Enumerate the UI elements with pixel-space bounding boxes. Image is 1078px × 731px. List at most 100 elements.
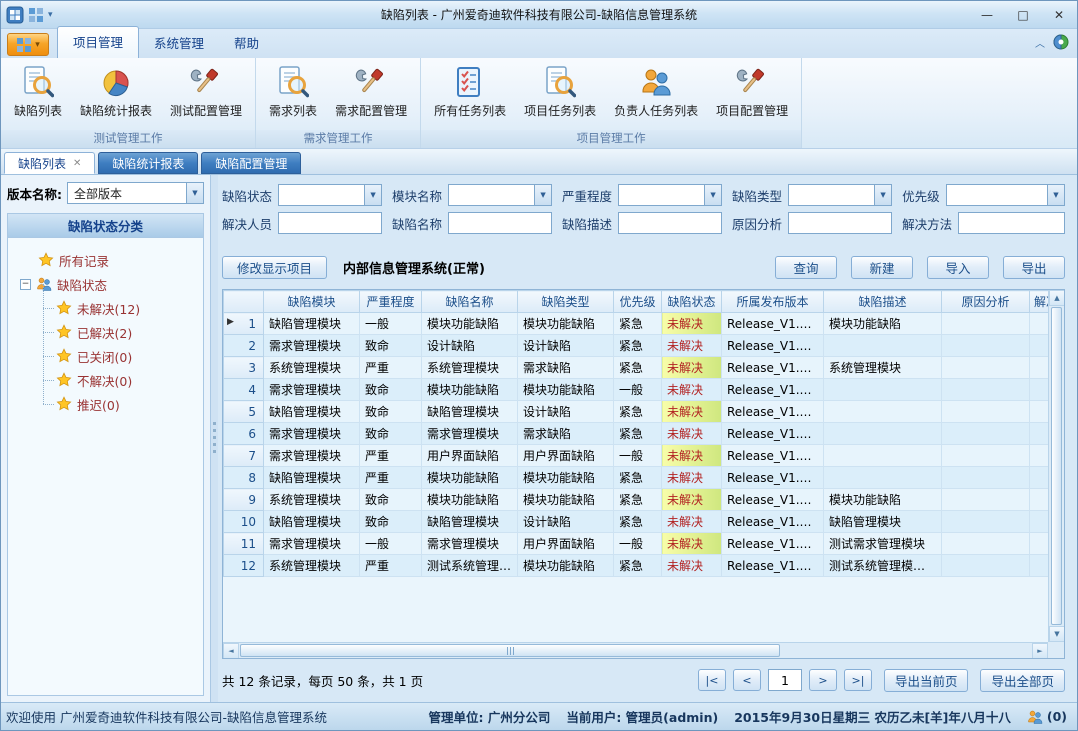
row-header[interactable]: 6 xyxy=(224,423,264,445)
grid-cell[interactable] xyxy=(942,489,1030,511)
grid-cell[interactable]: 未解决 xyxy=(662,445,722,467)
grid-cell[interactable]: 严重 xyxy=(360,555,422,577)
grid-cell[interactable]: 未解决 xyxy=(662,511,722,533)
grid-cell[interactable]: 系统管理模块 xyxy=(422,357,518,379)
grid-row[interactable]: 9系统管理模块致命模块功能缺陷模块功能缺陷紧急未解决Release_V1.0.0… xyxy=(224,489,1056,511)
grid-cell[interactable]: 设计缺陷 xyxy=(518,511,614,533)
requirement-config-button[interactable]: 需求配置管理 xyxy=(328,62,414,121)
last-page-button[interactable]: >| xyxy=(844,669,872,691)
grid-cell[interactable] xyxy=(824,401,942,423)
grid-cell[interactable]: 缺陷管理模块 xyxy=(824,511,942,533)
grid-cell[interactable]: 紧急 xyxy=(614,489,662,511)
chevron-down-icon[interactable]: ▼ xyxy=(186,183,203,203)
grid-row[interactable]: 6需求管理模块致命需求管理模块需求缺陷紧急未解决Release_V1.1.0 xyxy=(224,423,1056,445)
grid-cell[interactable]: 模块功能缺陷 xyxy=(518,379,614,401)
grid-cell[interactable]: 未解决 xyxy=(662,335,722,357)
grid-cell[interactable]: 设计缺陷 xyxy=(518,335,614,357)
grid-cell[interactable] xyxy=(824,335,942,357)
requirement-list-button[interactable]: 需求列表 xyxy=(262,62,324,121)
grid-cell[interactable]: 设计缺陷 xyxy=(422,335,518,357)
modify-columns-button[interactable]: 修改显示项目 xyxy=(222,256,327,279)
grid-cell[interactable]: 测试系统管理模块 xyxy=(422,555,518,577)
grid-cell[interactable]: 系统管理模块 xyxy=(264,489,360,511)
grid-cell[interactable]: 需求管理模块 xyxy=(264,423,360,445)
grid-cell[interactable] xyxy=(824,423,942,445)
grid-cell[interactable]: 需求管理模块 xyxy=(264,335,360,357)
grid-cell[interactable]: 紧急 xyxy=(614,313,662,335)
export-current-page-button[interactable]: 导出当前页 xyxy=(884,669,969,692)
close-tab-icon[interactable]: ✕ xyxy=(73,158,81,169)
grid-cell[interactable]: 未解决 xyxy=(662,489,722,511)
row-header[interactable]: 7 xyxy=(224,445,264,467)
grid-cell[interactable] xyxy=(942,401,1030,423)
grid-cell[interactable]: Release_V1.2.0 xyxy=(722,313,824,335)
grid-column-header[interactable]: 缺陷描述 xyxy=(824,291,942,313)
grid-column-header[interactable]: 严重程度 xyxy=(360,291,422,313)
grid-column-header[interactable]: 缺陷类型 xyxy=(518,291,614,313)
defect-list-button[interactable]: 缺陷列表 xyxy=(7,62,69,121)
grid-cell[interactable]: Release_V1.1.0 xyxy=(722,555,824,577)
grid-cell[interactable]: 致命 xyxy=(360,379,422,401)
grid-cell[interactable]: 缺陷管理模块 xyxy=(264,511,360,533)
grid-cell[interactable]: 模块功能缺陷 xyxy=(824,313,942,335)
grid-cell[interactable]: 模块功能缺陷 xyxy=(422,313,518,335)
grid-cell[interactable]: 严重 xyxy=(360,357,422,379)
grid-cell[interactable]: 紧急 xyxy=(614,335,662,357)
grid-cell[interactable]: 用户界面缺陷 xyxy=(518,533,614,555)
grid-row[interactable]: ▶1缺陷管理模块一般模块功能缺陷模块功能缺陷紧急未解决Release_V1.2.… xyxy=(224,313,1056,335)
tree-expander-icon[interactable]: − xyxy=(20,279,31,290)
filter-input-defect-name[interactable] xyxy=(448,212,552,234)
grid-cell[interactable]: 未解决 xyxy=(662,467,722,489)
grid-cell[interactable]: 缺陷管理模块 xyxy=(422,401,518,423)
grid-cell[interactable]: 缺陷管理模块 xyxy=(422,511,518,533)
grid-cell[interactable]: 系统管理模块 xyxy=(824,357,942,379)
grid-cell[interactable]: 需求管理模块 xyxy=(422,533,518,555)
version-select[interactable]: 全部版本 ▼ xyxy=(67,182,204,204)
minimize-button[interactable]: — xyxy=(969,4,1005,26)
grid-row[interactable]: 12系统管理模块严重测试系统管理模块模块功能缺陷紧急未解决Release_V1.… xyxy=(224,555,1056,577)
grid-column-header[interactable]: 所属发布版本 xyxy=(722,291,824,313)
grid-cell[interactable]: 一般 xyxy=(360,313,422,335)
grid-cell[interactable] xyxy=(942,335,1030,357)
chevron-down-icon[interactable]: ▼ xyxy=(874,185,891,205)
filter-input-defect-description[interactable] xyxy=(618,212,722,234)
grid-cell[interactable]: 未解决 xyxy=(662,401,722,423)
grid-cell[interactable]: 需求管理模块 xyxy=(422,423,518,445)
grid-cell[interactable]: 模块功能缺陷 xyxy=(518,313,614,335)
tree-item[interactable]: 未解决(12) xyxy=(12,296,199,320)
filter-select-defect-status[interactable]: ▼ xyxy=(278,184,382,206)
grid-cell[interactable]: Release_V1.0.0 xyxy=(722,489,824,511)
grid-cell[interactable]: 未解决 xyxy=(662,423,722,445)
grid-cell[interactable]: 未解决 xyxy=(662,313,722,335)
grid-cell[interactable]: 未解决 xyxy=(662,533,722,555)
doc-tab-defect-list[interactable]: 缺陷列表✕ xyxy=(4,152,95,174)
grid-cell[interactable]: Release_V1.2.0 xyxy=(722,445,824,467)
grid-row[interactable]: 11需求管理模块一般需求管理模块用户界面缺陷一般未解决Release_V1.1.… xyxy=(224,533,1056,555)
tab-system-management[interactable]: 系统管理 xyxy=(139,28,219,58)
grid-cell[interactable]: 一般 xyxy=(614,445,662,467)
grid-column-header[interactable]: 缺陷状态 xyxy=(662,291,722,313)
tree-item[interactable]: 已解决(2) xyxy=(12,320,199,344)
scroll-right-icon[interactable]: ► xyxy=(1032,643,1048,659)
grid-cell[interactable]: 致命 xyxy=(360,511,422,533)
first-page-button[interactable]: |< xyxy=(698,669,726,691)
tree-item[interactable]: 不解决(0) xyxy=(12,368,199,392)
filter-select-defect-type[interactable]: ▼ xyxy=(788,184,892,206)
grid-cell[interactable]: 一般 xyxy=(614,533,662,555)
grid-cell[interactable]: 未解决 xyxy=(662,357,722,379)
test-config-button[interactable]: 测试配置管理 xyxy=(163,62,249,121)
grid-cell[interactable]: 缺陷管理模块 xyxy=(264,467,360,489)
project-tasks-button[interactable]: 项目任务列表 xyxy=(517,62,603,121)
grid-column-header[interactable]: 缺陷名称 xyxy=(422,291,518,313)
grid-cell[interactable]: Release_V1.1.0 xyxy=(722,533,824,555)
scroll-down-icon[interactable]: ▼ xyxy=(1049,626,1065,642)
row-header[interactable]: 8 xyxy=(224,467,264,489)
hscrollbar-thumb[interactable] xyxy=(240,644,780,657)
export-button[interactable]: 导出 xyxy=(1003,256,1065,279)
close-button[interactable]: ✕ xyxy=(1041,4,1077,26)
grid-cell[interactable]: 模块功能缺陷 xyxy=(824,489,942,511)
grid-cell[interactable]: 致命 xyxy=(360,423,422,445)
grid-cell[interactable]: 模块功能缺陷 xyxy=(422,467,518,489)
grid-cell[interactable]: 未解决 xyxy=(662,379,722,401)
about-icon[interactable] xyxy=(1053,34,1069,50)
